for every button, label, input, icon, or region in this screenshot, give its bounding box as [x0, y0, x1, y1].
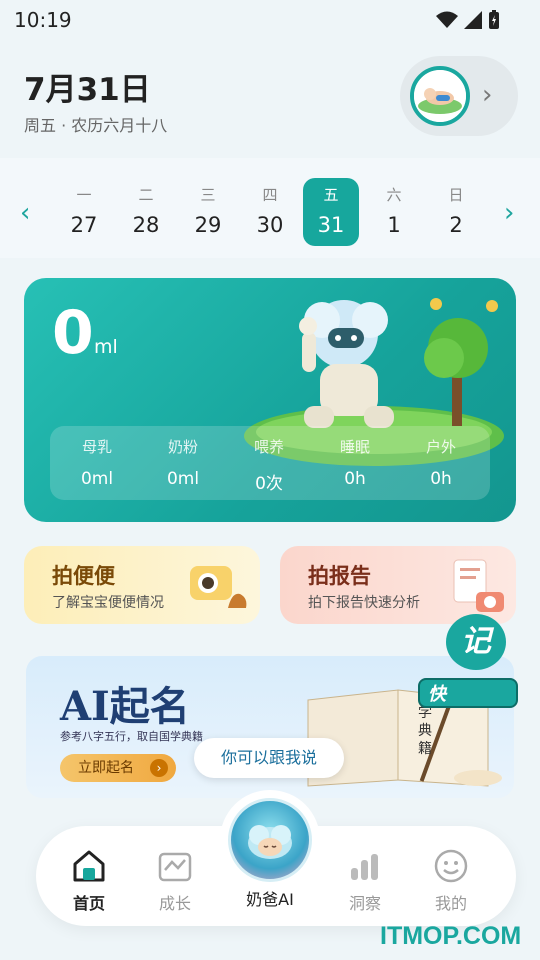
day-number: 29	[194, 213, 222, 237]
day-weekday: 一	[76, 186, 92, 204]
day-cell[interactable]: 六1	[366, 178, 422, 246]
day-number: 31	[317, 213, 345, 237]
photo-poop-card[interactable]: 拍便便 了解宝宝便便情况	[24, 546, 260, 624]
baby-profile-button[interactable]: ›	[400, 56, 518, 136]
next-week-icon[interactable]: ›	[504, 198, 514, 228]
total-amount: 0	[52, 298, 94, 368]
photo-poop-subtitle: 了解宝宝便便情况	[52, 595, 164, 611]
tab-home[interactable]: 首页	[54, 846, 124, 914]
baby-avatar	[410, 66, 470, 126]
stat-breast-milk: 母乳 0ml	[54, 436, 140, 489]
stat-value: 0h	[344, 469, 366, 489]
banner-title: AI起名	[60, 683, 190, 730]
home-icon	[73, 850, 105, 882]
tab-insight[interactable]: 洞察	[330, 846, 400, 914]
chevron-right-icon: ›	[482, 80, 493, 110]
camera-poop-icon	[190, 566, 247, 608]
stat-outdoor: 户外 0h	[398, 436, 484, 489]
stat-value: 0ml	[80, 469, 114, 489]
stat-formula: 奶粉 0ml	[140, 436, 226, 489]
status-time: 10:19	[14, 8, 72, 32]
photo-report-card[interactable]: 拍报告 拍下报告快速分析	[280, 546, 516, 624]
stat-label: 奶粉	[167, 438, 198, 456]
battery-icon	[489, 10, 499, 29]
day-cell[interactable]: 三 29	[180, 178, 236, 246]
stat-value: 0ml	[166, 469, 200, 489]
wifi-icon	[436, 11, 458, 28]
day-weekday: 四	[262, 186, 278, 204]
photo-report-title: 拍报告	[308, 564, 371, 588]
insight-bars-icon	[351, 854, 378, 880]
day-cell[interactable]: 一 27	[56, 178, 112, 246]
stat-label: 睡眠	[339, 438, 370, 456]
signal-icon	[464, 11, 482, 29]
day-weekday: 二	[138, 186, 154, 204]
arrow-right-icon: ›	[150, 759, 168, 777]
report-camera-icon	[453, 559, 504, 612]
day-cell[interactable]: 四 30	[242, 178, 298, 246]
day-weekday: 六	[386, 186, 402, 204]
lunar-date: 周五 · 农历六月十八	[24, 116, 168, 135]
tab-growth[interactable]: 成长	[140, 846, 210, 914]
stat-value: 0h	[430, 469, 452, 489]
banner-subtitle: 参考八字五行，取自国学典籍	[60, 730, 203, 743]
quick-record-badge[interactable]: 记	[446, 614, 506, 670]
day-cell-selected[interactable]: 五 31	[303, 178, 359, 246]
tab-mine-label: 我的	[434, 894, 467, 913]
day-number: 30	[256, 213, 284, 237]
photo-report-subtitle: 拍下报告快速分析	[308, 595, 420, 611]
stat-feeding: 喂养 0次	[226, 436, 312, 494]
tab-ai-label: 奶爸AI	[246, 890, 294, 909]
ai-assistant-icon	[228, 798, 312, 882]
watermark: ITMOP.COM	[380, 922, 522, 950]
day-number: 27	[70, 213, 98, 237]
day-cell[interactable]: 日2	[428, 178, 484, 246]
tab-ai-assistant[interactable]	[220, 790, 320, 890]
stat-value: 0次	[255, 474, 283, 494]
tab-insight-label: 洞察	[348, 894, 381, 913]
day-cell[interactable]: 二 28	[118, 178, 174, 246]
daily-summary-card[interactable]: 0 ml 母乳 0ml 奶粉 0ml 喂养 0次 睡眠 0h 户外 0h	[24, 278, 516, 522]
tab-mine[interactable]: 我的	[416, 846, 486, 914]
start-naming-label: 立即起名	[78, 760, 134, 776]
day-weekday: 日	[448, 186, 464, 204]
start-naming-button[interactable]: 立即起名 ›	[60, 754, 176, 782]
photo-poop-title: 拍便便	[52, 564, 115, 588]
day-number: 2	[449, 213, 463, 237]
stat-label: 母乳	[81, 438, 112, 456]
tab-growth-label: 成长	[158, 894, 191, 913]
day-number: 1	[387, 213, 401, 237]
profile-face-icon	[434, 849, 468, 883]
status-bar: 10:19	[0, 0, 540, 38]
quick-record-label[interactable]: 快	[418, 678, 518, 708]
week-calendar: ‹ 一 27 二 28 三 29 四 30 五 31 六1 日2 ›	[0, 158, 540, 258]
stat-sleep: 睡眠 0h	[312, 436, 398, 489]
day-weekday: 五	[323, 186, 339, 204]
stat-label: 户外	[425, 438, 456, 456]
day-weekday: 三	[200, 186, 216, 204]
ai-chat-bubble[interactable]: 你可以跟我说	[194, 738, 344, 778]
page-date: 7月31日	[24, 72, 151, 108]
stats-panel: 母乳 0ml 奶粉 0ml 喂养 0次 睡眠 0h 户外 0h	[50, 426, 490, 500]
growth-chart-icon	[158, 852, 192, 882]
status-icons	[436, 10, 500, 30]
amount-unit: ml	[94, 336, 118, 358]
day-number: 28	[132, 213, 160, 237]
prev-week-icon[interactable]: ‹	[20, 198, 30, 228]
tab-home-label: 首页	[72, 894, 105, 913]
stat-label: 喂养	[253, 438, 284, 456]
